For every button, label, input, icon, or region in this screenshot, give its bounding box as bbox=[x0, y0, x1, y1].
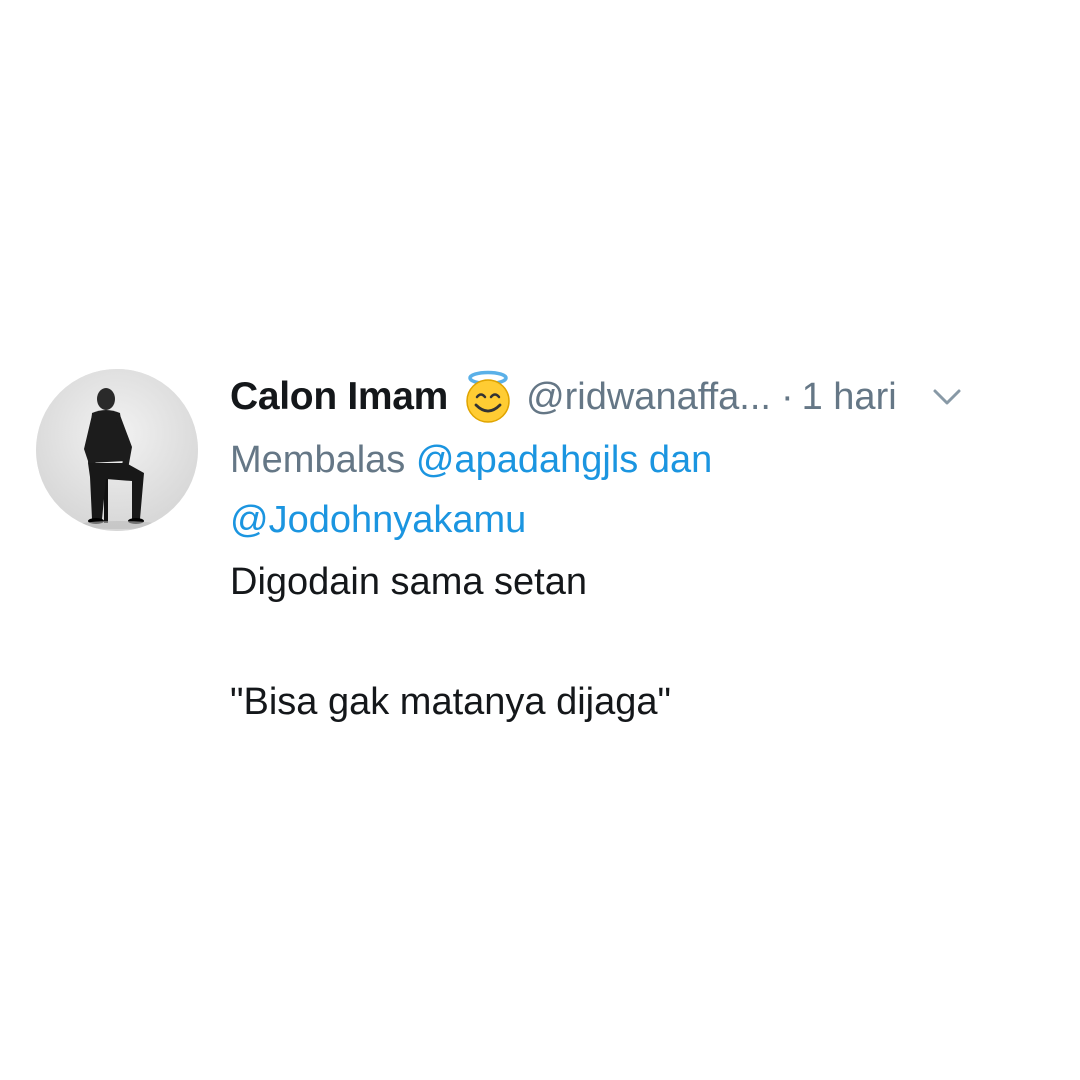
display-name[interactable]: Calon Imam bbox=[230, 375, 448, 419]
avatar[interactable] bbox=[36, 369, 198, 531]
mention-link[interactable]: @apadahgjls bbox=[416, 439, 638, 481]
tweet-text: Digodain sama setan "Bisa gak matanya di… bbox=[230, 552, 1050, 732]
user-handle[interactable]: @ridwanaffa... bbox=[526, 376, 771, 419]
reply-conjunction[interactable]: dan bbox=[649, 439, 712, 481]
tweet-text-line: Digodain sama setan bbox=[230, 561, 587, 603]
smiling-face-with-halo-icon bbox=[460, 369, 516, 425]
tweet-content: Calon Imam @ridwanaffa... · 1 hari Memba… bbox=[230, 368, 1050, 732]
timestamp[interactable]: 1 hari bbox=[802, 376, 897, 419]
mention-link[interactable]: @Jodohnyakamu bbox=[230, 499, 526, 541]
avatar-photo bbox=[36, 369, 198, 531]
tweet-header: Calon Imam @ridwanaffa... · 1 hari bbox=[230, 368, 1050, 426]
tweet[interactable]: Calon Imam @ridwanaffa... · 1 hari Memba… bbox=[0, 0, 1080, 1080]
separator-dot: · bbox=[780, 375, 794, 418]
tweet-text-line: "Bisa gak matanya dijaga" bbox=[230, 681, 672, 723]
chevron-down-icon[interactable] bbox=[929, 379, 965, 415]
reply-prefix: Membalas bbox=[230, 439, 406, 481]
reply-context: Membalas @apadahgjls dan @Jodohnyakamu bbox=[230, 430, 1050, 550]
